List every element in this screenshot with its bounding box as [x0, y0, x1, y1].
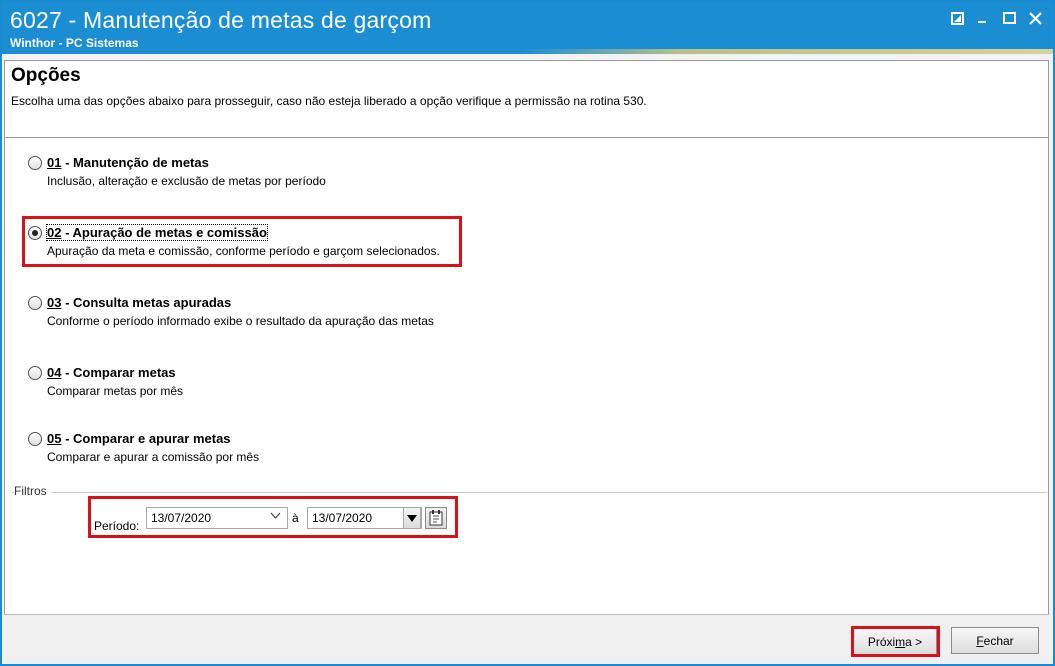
application-window: 6027 - Manutenção de metas de garçom Win…	[0, 0, 1055, 666]
title-decoration	[522, 49, 1053, 54]
filters-label: Filtros	[14, 484, 51, 498]
close-icon[interactable]	[1024, 8, 1046, 28]
maximize-icon[interactable]	[998, 8, 1020, 28]
close-button[interactable]: Fechar	[951, 627, 1039, 654]
option-title: 05 - Comparar e apurar metas	[47, 431, 231, 446]
highlight-box-filters	[88, 496, 458, 538]
highlight-box-next	[851, 626, 940, 657]
close-button-label: echar	[983, 633, 1014, 648]
window-subtitle: Winthor - PC Sistemas	[10, 36, 139, 50]
radio-button[interactable]	[28, 366, 42, 380]
option-description: Inclusão, alteração e exclusão de metas …	[47, 174, 326, 188]
radio-button[interactable]	[28, 156, 42, 170]
header-panel: Opções Escolha uma das opções abaixo par…	[4, 60, 1049, 138]
page-title: Opções	[11, 65, 81, 86]
restore-icon[interactable]	[946, 8, 968, 28]
page-description: Escolha uma das opções abaixo para pross…	[11, 94, 647, 108]
radio-button[interactable]	[28, 296, 42, 310]
option-description: Comparar metas por mês	[47, 384, 184, 398]
radio-button[interactable]	[28, 432, 42, 446]
option-description: Conforme o período informado exibe o res…	[47, 314, 434, 328]
window-title: 6027 - Manutenção de metas de garçom	[10, 7, 432, 33]
option-title: 01 - Manutenção de metas	[47, 155, 209, 170]
close-button-accesskey: F	[976, 633, 984, 648]
highlight-box-option-02	[22, 216, 462, 267]
option-description: Comparar e apurar a comissão por mês	[47, 450, 260, 464]
option-title: 03 - Consulta metas apuradas	[47, 295, 232, 310]
minimize-icon[interactable]	[972, 8, 994, 28]
option-title: 04 - Comparar metas	[47, 365, 176, 380]
title-bar: 6027 - Manutenção de metas de garçom Win…	[2, 2, 1053, 54]
